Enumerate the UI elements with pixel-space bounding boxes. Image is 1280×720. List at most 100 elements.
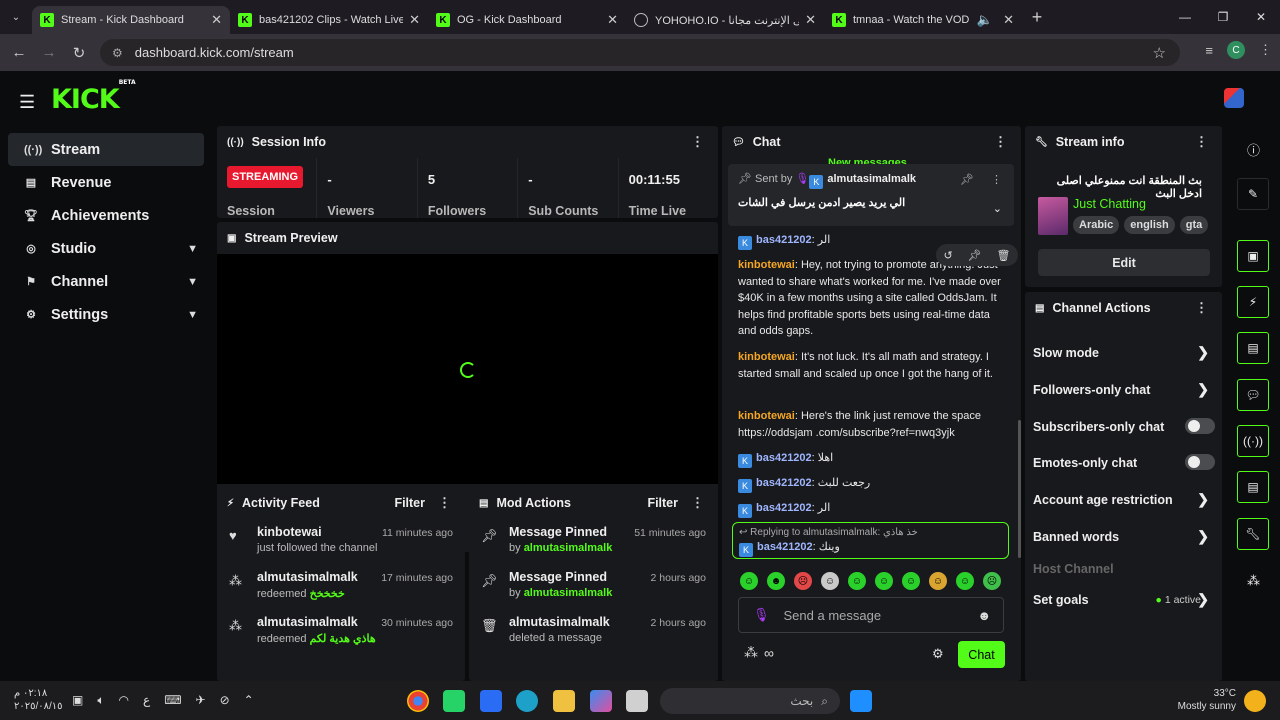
emote-icon[interactable]: ☻ — [767, 572, 785, 590]
bookmark-star-icon[interactable]: ☆ — [1153, 44, 1166, 62]
browser-menu-icon[interactable]: ⋮ — [1259, 42, 1272, 58]
volume-icon[interactable]: 🔈︎ — [97, 693, 104, 708]
site-info-icon[interactable]: ⚙ — [112, 46, 123, 60]
edit-stream-button[interactable]: Edit — [1038, 249, 1210, 276]
whatsapp-icon[interactable] — [443, 690, 465, 712]
video-player[interactable] — [217, 254, 718, 484]
tab-search-icon[interactable]: ⌄ — [0, 0, 32, 34]
chat-message[interactable]: Kbas421202: رجعت للبث — [738, 475, 1008, 493]
emote-icon[interactable]: ☺ — [902, 572, 920, 590]
emote-icon[interactable]: ☺ — [821, 572, 839, 590]
profile-avatar[interactable]: C — [1227, 41, 1245, 59]
more-options-icon[interactable]: ⋮ — [691, 134, 704, 150]
sidebar-item-stream[interactable]: ((·)) Stream — [8, 133, 204, 166]
sidebar-item-channel[interactable]: ⚑ Channel ▼ — [8, 265, 204, 298]
weather-temp[interactable]: 33°C — [1176, 687, 1236, 700]
chat-message[interactable]: kinbotewai: It's not luck. It's all math… — [738, 349, 1008, 382]
browser-tab-4[interactable]: K tmnaa - Watch the VOD on 🔈 ✕ — [824, 6, 1022, 34]
start-icon[interactable] — [850, 690, 872, 712]
reply-message[interactable]: ↩ Replying to almutasimalmalk: خذ هاذي K… — [732, 522, 1009, 559]
taskbar-search[interactable]: بحث ⌕ — [660, 688, 840, 714]
weather-sun-icon[interactable] — [1244, 690, 1266, 712]
subscribers-only-toggle[interactable] — [1185, 418, 1215, 434]
new-tab-button[interactable]: + — [1022, 7, 1052, 28]
filter-button[interactable]: Filter — [394, 496, 425, 510]
clock-time[interactable]: ٠٢:١٨ م — [14, 687, 63, 700]
chat-input[interactable]: 🎙︎ Send a message ☻ — [738, 597, 1004, 633]
network-off-icon[interactable]: ⊘ — [220, 693, 230, 708]
edge-icon[interactable] — [516, 690, 538, 712]
chat-message[interactable]: kinbotewai: Here's the link just remove … — [738, 408, 1008, 441]
chat-message[interactable]: Kbas421202: الر — [738, 500, 1008, 518]
emote-icon[interactable]: ☹ — [983, 572, 1001, 590]
close-tab-icon[interactable]: ✕ — [607, 12, 618, 28]
chat-user[interactable]: bas421202 — [756, 477, 812, 489]
emote-icon[interactable]: ☺ — [929, 572, 947, 590]
mod-actions-toggle-icon[interactable]: ▤ — [1237, 332, 1269, 364]
chevron-down-icon[interactable]: ⌄ — [993, 202, 1002, 215]
emote-icon[interactable]: ☺ — [848, 572, 866, 590]
chat-message[interactable]: Kbas421202: اهلا — [738, 450, 1008, 468]
more-options-icon[interactable]: ⋮ — [1195, 134, 1208, 150]
tag-chip[interactable]: gta — [1179, 216, 1209, 234]
file-explorer-icon[interactable] — [553, 690, 575, 712]
stream-info-toggle-icon[interactable]: 🔧︎ — [1237, 518, 1269, 550]
emote-icon[interactable]: ☹ — [794, 572, 812, 590]
activity-toggle-icon[interactable]: ⚡︎ — [1237, 286, 1269, 318]
emote-icon[interactable]: ☺ — [875, 572, 893, 590]
infinity-icon[interactable]: ∞ — [764, 645, 774, 661]
browser-tab-2[interactable]: K OG - Kick Dashboard ✕ — [428, 6, 626, 34]
channel-actions-toggle-icon[interactable]: ▤ — [1237, 471, 1269, 503]
pen-icon[interactable]: ✈ — [196, 693, 206, 708]
pinned-user[interactable]: almutasimalmalk — [827, 173, 916, 185]
tag-chip[interactable]: Arabic — [1073, 216, 1120, 234]
emotes-only-toggle[interactable] — [1185, 454, 1215, 470]
emoji-picker-icon[interactable]: ☻ — [977, 608, 991, 623]
speaker-icon[interactable]: 🔈 — [977, 12, 993, 28]
preview-toggle-icon[interactable]: ▣ — [1237, 240, 1269, 272]
more-options-icon[interactable]: ⋮ — [691, 495, 704, 511]
url-field[interactable]: ⚙ dashboard.kick.com/stream ☆ — [100, 39, 1180, 66]
chat-toggle-icon[interactable]: 💬︎ — [1237, 379, 1269, 411]
followers-only-item[interactable]: Followers-only chat ❯ — [1033, 381, 1215, 397]
wifi-icon[interactable]: ◠ — [119, 693, 129, 708]
chrome-icon[interactable] — [407, 690, 429, 712]
emote-icon[interactable]: ☺ — [956, 572, 974, 590]
more-options-icon[interactable]: ⋮ — [1195, 300, 1208, 316]
close-tab-icon[interactable]: ✕ — [409, 12, 420, 28]
maximize-icon[interactable]: ❐ — [1204, 0, 1242, 34]
chat-user[interactable]: bas421202 — [756, 452, 812, 464]
kick-points-icon[interactable]: ⁂ — [1247, 573, 1260, 589]
pin-icon[interactable]: 📌︎ — [968, 249, 982, 262]
close-tab-icon[interactable]: ✕ — [1003, 12, 1014, 28]
task-view-icon[interactable] — [626, 690, 648, 712]
language-indicator[interactable]: ع — [143, 693, 150, 708]
emote-icon[interactable]: ☺ — [740, 572, 758, 590]
tag-chip[interactable]: english — [1124, 216, 1175, 234]
weather-text[interactable]: Mostly sunny — [1176, 700, 1236, 713]
info-icon[interactable]: ⓘ — [1247, 140, 1260, 159]
browser-tab-1[interactable]: K bas421202 Clips - Watch Live o ✕ — [230, 6, 428, 34]
back-icon[interactable]: ← — [4, 44, 34, 61]
store-icon[interactable] — [480, 690, 502, 712]
trash-icon[interactable]: 🗑︎ — [997, 249, 1011, 262]
chat-user[interactable]: bas421202 — [756, 234, 812, 246]
keyboard-icon[interactable]: ⌨ — [164, 693, 181, 708]
show-hidden-icons[interactable]: ⌃ — [244, 693, 254, 708]
moderator-name[interactable]: almutasimalmalk — [524, 542, 613, 554]
reply-icon[interactable]: ↺ — [943, 249, 952, 262]
clock-date[interactable]: ٢٠٢٥/٠٨/١٥ — [14, 700, 63, 713]
minimize-icon[interactable]: — — [1166, 0, 1204, 34]
set-goals-item[interactable]: Set goals 1 active❯ — [1033, 591, 1215, 607]
kick-points-icon[interactable]: ⁂ — [744, 644, 758, 661]
moderator-name[interactable]: almutasimalmalk — [524, 587, 613, 599]
forward-icon[interactable]: → — [34, 44, 64, 61]
chat-settings-icon[interactable]: ⚙ — [932, 646, 944, 662]
more-options-icon[interactable]: ⋮ — [994, 134, 1007, 150]
chat-message[interactable]: kinbotewai: Hey, not trying to promote a… — [738, 257, 1008, 340]
browser-tab-0[interactable]: K Stream - Kick Dashboard ✕ — [32, 6, 230, 34]
chat-user[interactable]: bas421202 — [757, 541, 813, 553]
filter-button[interactable]: Filter — [647, 496, 678, 510]
more-options-icon[interactable]: ⋮ — [438, 495, 451, 511]
session-toggle-icon[interactable]: ((·)) — [1237, 425, 1269, 457]
